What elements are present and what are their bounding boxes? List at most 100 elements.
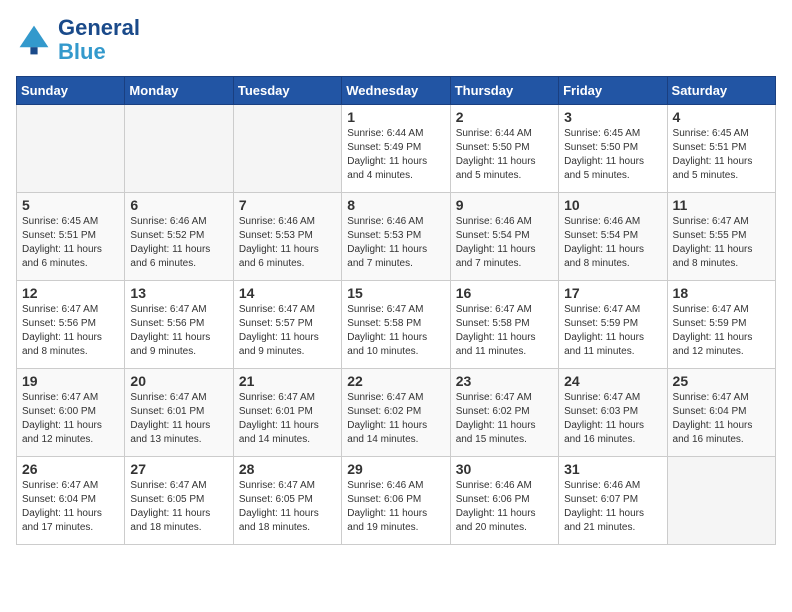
day-info: Sunrise: 6:47 AM Sunset: 5:58 PM Dayligh… [456,303,553,359]
calendar-week-row: 19 Sunrise: 6:47 AM Sunset: 6:00 PM Dayli… [17,369,776,457]
calendar-cell: 11Sunrise: 6:47 AM Sunset: 5:55 PM Dayli… [667,193,775,281]
day-number: 1 [347,109,444,125]
day-info: Sunrise: 6:47 AM Sunset: 5:55 PM Dayligh… [673,215,770,271]
day-info: Sunrise: 6:45 AM Sunset: 5:51 PM Dayligh… [22,215,119,271]
day-number: 15 [347,285,444,301]
day-info: Sunrise: 6:46 AM Sunset: 5:54 PM Dayligh… [456,215,553,271]
day-number: 14 [239,285,336,301]
day-number: 20 [130,373,227,389]
day-number: 5 [22,197,119,213]
calendar-cell: 9 Sunrise: 6:46 AM Sunset: 5:54 PM Daylig… [450,193,558,281]
calendar-cell: 16 Sunrise: 6:47 AM Sunset: 5:58 PM Dayli… [450,281,558,369]
page-header: General Blue [16,16,776,64]
calendar-week-row: 1 Sunrise: 6:44 AM Sunset: 5:49 PM Daylig… [17,105,776,193]
day-of-week-header: Wednesday [342,77,450,105]
day-number: 29 [347,461,444,477]
calendar-week-row: 26Sunrise: 6:47 AM Sunset: 6:04 PM Dayli… [17,457,776,545]
day-of-week-header: Tuesday [233,77,341,105]
day-number: 12 [22,285,119,301]
day-info: Sunrise: 6:47 AM Sunset: 5:59 PM Dayligh… [564,303,661,359]
day-info: Sunrise: 6:47 AM Sunset: 5:59 PM Dayligh… [673,303,770,359]
day-of-week-header: Friday [559,77,667,105]
day-of-week-header: Sunday [17,77,125,105]
calendar-cell: 25Sunrise: 6:47 AM Sunset: 6:04 PM Dayli… [667,369,775,457]
calendar-week-row: 12 Sunrise: 6:47 AM Sunset: 5:56 PM Dayli… [17,281,776,369]
calendar-cell: 6 Sunrise: 6:46 AM Sunset: 5:52 PM Daylig… [125,193,233,281]
calendar-cell: 31Sunrise: 6:46 AM Sunset: 6:07 PM Dayli… [559,457,667,545]
day-info: Sunrise: 6:47 AM Sunset: 6:01 PM Dayligh… [239,391,336,447]
calendar-cell: 8 Sunrise: 6:46 AM Sunset: 5:53 PM Daylig… [342,193,450,281]
calendar-body: 1 Sunrise: 6:44 AM Sunset: 5:49 PM Daylig… [17,105,776,545]
logo-text: General Blue [58,16,140,64]
calendar-cell: 18 Sunrise: 6:47 AM Sunset: 5:59 PM Dayli… [667,281,775,369]
day-number: 13 [130,285,227,301]
day-number: 17 [564,285,661,301]
calendar-cell: 20 Sunrise: 6:47 AM Sunset: 6:01 PM Dayli… [125,369,233,457]
calendar-cell: 22Sunrise: 6:47 AM Sunset: 6:02 PM Dayli… [342,369,450,457]
day-number: 16 [456,285,553,301]
calendar-cell: 5 Sunrise: 6:45 AM Sunset: 5:51 PM Daylig… [17,193,125,281]
calendar-cell [17,105,125,193]
day-number: 21 [239,373,336,389]
day-info: Sunrise: 6:44 AM Sunset: 5:49 PM Dayligh… [347,127,444,183]
day-number: 23 [456,373,553,389]
day-number: 22 [347,373,444,389]
logo: General Blue [16,16,140,64]
day-number: 8 [347,197,444,213]
day-info: Sunrise: 6:46 AM Sunset: 5:52 PM Dayligh… [130,215,227,271]
day-info: Sunrise: 6:47 AM Sunset: 5:56 PM Dayligh… [22,303,119,359]
day-number: 10 [564,197,661,213]
day-number: 30 [456,461,553,477]
day-info: Sunrise: 6:47 AM Sunset: 6:01 PM Dayligh… [130,391,227,447]
day-number: 24 [564,373,661,389]
calendar-cell: 7Sunrise: 6:46 AM Sunset: 5:53 PM Daylig… [233,193,341,281]
calendar-cell: 26Sunrise: 6:47 AM Sunset: 6:04 PM Dayli… [17,457,125,545]
day-number: 25 [673,373,770,389]
day-of-week-header: Thursday [450,77,558,105]
day-number: 18 [673,285,770,301]
day-info: Sunrise: 6:47 AM Sunset: 6:00 PM Dayligh… [22,391,119,447]
calendar-cell: 12 Sunrise: 6:47 AM Sunset: 5:56 PM Dayli… [17,281,125,369]
day-info: Sunrise: 6:45 AM Sunset: 5:50 PM Dayligh… [564,127,661,183]
calendar-cell: 13 Sunrise: 6:47 AM Sunset: 5:56 PM Dayli… [125,281,233,369]
calendar-header-row: SundayMondayTuesdayWednesdayThursdayFrid… [17,77,776,105]
day-number: 9 [456,197,553,213]
calendar-week-row: 5 Sunrise: 6:45 AM Sunset: 5:51 PM Daylig… [17,193,776,281]
calendar-cell: 17 Sunrise: 6:47 AM Sunset: 5:59 PM Dayli… [559,281,667,369]
calendar-cell [125,105,233,193]
calendar-cell [233,105,341,193]
day-of-week-header: Monday [125,77,233,105]
day-info: Sunrise: 6:47 AM Sunset: 5:57 PM Dayligh… [239,303,336,359]
day-info: Sunrise: 6:46 AM Sunset: 5:53 PM Dayligh… [347,215,444,271]
day-number: 31 [564,461,661,477]
calendar-cell: 27Sunrise: 6:47 AM Sunset: 6:05 PM Dayli… [125,457,233,545]
day-number: 2 [456,109,553,125]
day-number: 28 [239,461,336,477]
calendar-cell [667,457,775,545]
day-info: Sunrise: 6:47 AM Sunset: 6:02 PM Dayligh… [456,391,553,447]
day-info: Sunrise: 6:47 AM Sunset: 6:05 PM Dayligh… [130,479,227,535]
calendar-cell: 2 Sunrise: 6:44 AM Sunset: 5:50 PM Daylig… [450,105,558,193]
day-info: Sunrise: 6:47 AM Sunset: 5:56 PM Dayligh… [130,303,227,359]
day-info: Sunrise: 6:45 AM Sunset: 5:51 PM Dayligh… [673,127,770,183]
calendar-cell: 24 Sunrise: 6:47 AM Sunset: 6:03 PM Dayli… [559,369,667,457]
calendar-cell: 14 Sunrise: 6:47 AM Sunset: 5:57 PM Dayli… [233,281,341,369]
day-number: 3 [564,109,661,125]
day-info: Sunrise: 6:47 AM Sunset: 6:05 PM Dayligh… [239,479,336,535]
day-number: 6 [130,197,227,213]
day-info: Sunrise: 6:46 AM Sunset: 6:06 PM Dayligh… [456,479,553,535]
calendar-cell: 4Sunrise: 6:45 AM Sunset: 5:51 PM Daylig… [667,105,775,193]
calendar-cell: 10Sunrise: 6:46 AM Sunset: 5:54 PM Dayli… [559,193,667,281]
day-info: Sunrise: 6:47 AM Sunset: 5:58 PM Dayligh… [347,303,444,359]
day-number: 19 [22,373,119,389]
calendar-cell: 15 Sunrise: 6:47 AM Sunset: 5:58 PM Dayli… [342,281,450,369]
calendar-cell: 28 Sunrise: 6:47 AM Sunset: 6:05 PM Dayli… [233,457,341,545]
calendar-cell: 1 Sunrise: 6:44 AM Sunset: 5:49 PM Daylig… [342,105,450,193]
day-info: Sunrise: 6:44 AM Sunset: 5:50 PM Dayligh… [456,127,553,183]
calendar-cell: 3 Sunrise: 6:45 AM Sunset: 5:50 PM Daylig… [559,105,667,193]
calendar-cell: 23 Sunrise: 6:47 AM Sunset: 6:02 PM Dayli… [450,369,558,457]
day-number: 7 [239,197,336,213]
day-info: Sunrise: 6:47 AM Sunset: 6:03 PM Dayligh… [564,391,661,447]
day-info: Sunrise: 6:46 AM Sunset: 6:06 PM Dayligh… [347,479,444,535]
day-of-week-header: Saturday [667,77,775,105]
